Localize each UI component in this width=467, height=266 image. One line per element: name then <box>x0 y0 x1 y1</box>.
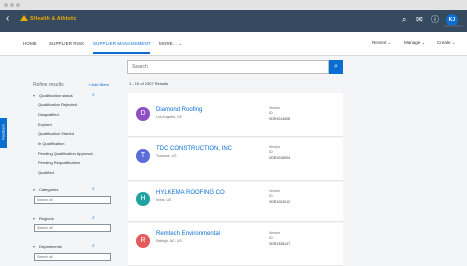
vendor-label: Vendor ID: <box>269 106 281 115</box>
caret-down-icon: ▾ <box>33 93 36 98</box>
feedback-label: Feedback <box>1 124 6 140</box>
vendor-name[interactable]: Diamond Roofing <box>156 107 202 113</box>
result-card[interactable]: T TDC CONSTRUCTION, INC Torrance, US Ven… <box>128 138 343 181</box>
result-card[interactable]: D Diamond Roofing Los Angeles, US Vendor… <box>128 93 343 137</box>
vendor-location: Irvine, US <box>156 198 172 202</box>
qualification-status-header[interactable]: ▾ Qualification status <box>33 93 73 98</box>
result-card[interactable]: R Remtech Environmental Raleigh, NC, US … <box>128 223 343 266</box>
vendor-id: VDR1024012 <box>269 200 291 204</box>
filter-option[interactable]: Qualified <box>38 170 54 175</box>
departments-search-input[interactable]: Search all <box>34 253 111 261</box>
categories-search-input[interactable]: Search all <box>34 196 111 204</box>
vendor-id: VDR1014008 <box>269 117 291 121</box>
filter-option[interactable]: Qualification Started <box>38 131 74 136</box>
vendor-avatar: R <box>136 234 150 248</box>
search-icon[interactable]: ⌕ <box>92 186 95 192</box>
window-minimize-dot[interactable] <box>10 3 14 7</box>
active-tab-indicator <box>93 52 150 54</box>
categories-header[interactable]: ▾ Categories <box>33 187 58 192</box>
vendor-location: Los Angeles, US <box>156 115 182 119</box>
nav-supplier-risk[interactable]: SUPPLIER RISK <box>49 41 84 46</box>
vendor-id: VDR1015004 <box>269 156 291 160</box>
vendor-id: VDR1328147 <box>269 242 291 246</box>
filter-option[interactable]: Qualification Rejected <box>38 102 77 107</box>
caret-down-icon: ▾ <box>33 244 36 249</box>
add-filters-link[interactable]: + Add filters <box>88 82 109 87</box>
caret-down-icon: ▾ <box>33 187 36 192</box>
result-card[interactable]: H HYLKEMA ROOFING CO Irvine, US Vendor ID… <box>128 182 343 222</box>
notifications-icon[interactable]: ✉ <box>416 16 423 24</box>
vendor-avatar: D <box>136 107 150 121</box>
filter-option[interactable]: In Qualification <box>38 141 64 146</box>
feedback-tab[interactable]: Feedback <box>0 118 7 148</box>
brand-name: SHealth & Athletic <box>30 16 77 22</box>
vendor-label: Vendor ID: <box>269 189 281 198</box>
vendor-avatar: H <box>136 192 150 206</box>
search-icon: ⌕ <box>334 63 338 70</box>
search-button[interactable]: ⌕ <box>329 60 343 74</box>
regions-header[interactable]: ▾ Regions <box>33 216 54 221</box>
departments-header[interactable]: ▾ Departments <box>33 244 62 249</box>
search-input[interactable]: Search <box>127 60 329 74</box>
search-icon[interactable]: ⌕ <box>92 92 95 98</box>
create-menu[interactable]: Create ⌄ <box>437 40 456 46</box>
nav-more[interactable]: MORE... ⌄ <box>159 41 182 47</box>
help-icon[interactable]: ⓘ <box>431 16 439 24</box>
chevron-left-icon[interactable]: ‹ <box>6 14 9 24</box>
nav-home[interactable]: HOME <box>23 41 37 46</box>
filter-option[interactable]: Pending Requalification <box>38 160 80 165</box>
filter-option[interactable]: Pending Qualification Approval <box>38 151 92 156</box>
top-nav: HOME SUPPLIER RISK SUPPLIER MANAGEMENT M… <box>0 32 467 56</box>
filter-option[interactable]: Expired <box>38 122 52 127</box>
search-icon[interactable]: ⌕ <box>92 243 95 249</box>
vendor-name[interactable]: TDC CONSTRUCTION, INC <box>156 146 232 152</box>
regions-search-input[interactable]: Search all <box>34 224 111 232</box>
vendor-avatar: T <box>136 149 150 163</box>
status-alerts[interactable]: Status Alerts <box>443 24 463 28</box>
vendor-location: Torrance, US <box>156 154 177 158</box>
caret-down-icon: ▾ <box>33 216 36 221</box>
filter-option[interactable]: Disqualified <box>38 112 59 117</box>
search-icon[interactable]: ⌕ <box>92 215 95 221</box>
vendor-name[interactable]: Remtech Environmental <box>156 231 220 237</box>
manage-menu[interactable]: Manage ⌄ <box>404 40 425 46</box>
window-maximize-dot[interactable] <box>16 3 20 7</box>
vendor-label: Vendor ID: <box>269 231 281 240</box>
recent-menu[interactable]: Recent ⌄ <box>372 40 391 46</box>
window-close-dot[interactable] <box>4 3 8 7</box>
shell-bar: ‹ SHealth & Athletic ⌕ ✉ ⓘ KJ <box>0 10 467 32</box>
nav-supplier-management[interactable]: SUPPLIER MANAGEMENT <box>93 41 151 46</box>
vendor-location: Raleigh, NC, US <box>156 239 182 243</box>
search-icon[interactable]: ⌕ <box>402 16 406 24</box>
refine-results-title: Refine results <box>33 82 64 88</box>
vendor-name[interactable]: HYLKEMA ROOFING CO <box>156 190 225 196</box>
results-count: 1 - 10 of 2307 Results <box>129 81 169 86</box>
window-titlebar <box>0 0 467 10</box>
vendor-label: Vendor ID: <box>269 145 281 154</box>
brand-logo <box>20 15 28 21</box>
